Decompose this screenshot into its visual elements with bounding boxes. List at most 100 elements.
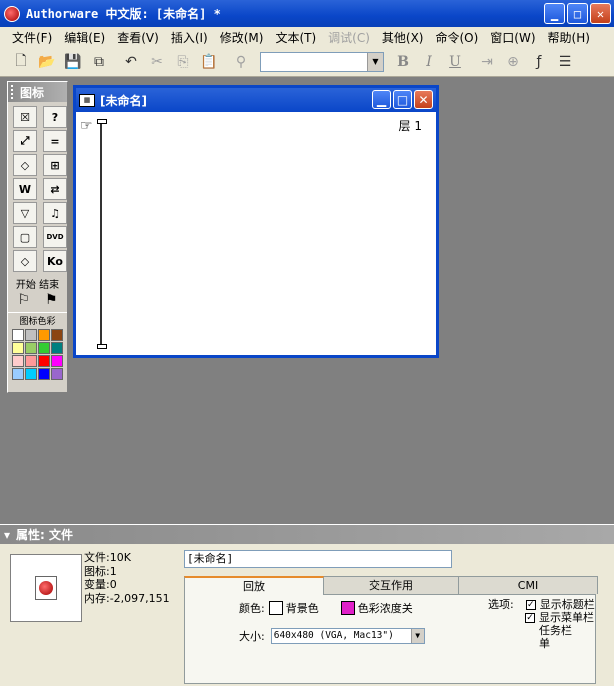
navigate-icon[interactable]: ⇄ <box>43 178 67 200</box>
color-swatch[interactable] <box>12 355 24 367</box>
menu-item[interactable]: 编辑(E) <box>58 29 111 46</box>
option-label: 显示标题栏 <box>539 598 595 611</box>
checkbox[interactable]: ✓ <box>525 612 535 623</box>
menu-item[interactable]: 帮助(H) <box>542 29 596 46</box>
branch-icon[interactable]: ◇ <box>13 250 37 272</box>
file-name-field[interactable]: [未命名] <box>184 550 452 568</box>
maximize-icon[interactable]: □ <box>393 90 412 109</box>
menu-item[interactable]: 窗口(W) <box>484 29 541 46</box>
playback-tab-content: 颜色: 背景色 色彩浓度关 大小: 640x480 (VGA, Mac13") … <box>184 594 596 684</box>
cut-icon[interactable]: ✂ <box>144 50 170 74</box>
color-swatch[interactable] <box>51 368 63 380</box>
knowledge-objects-icon[interactable]: ☰ <box>552 50 578 74</box>
flowline[interactable] <box>97 119 107 349</box>
menu-item[interactable]: 插入(I) <box>165 29 214 46</box>
undo-icon[interactable]: ↶ <box>118 50 144 74</box>
functions-icon[interactable]: ƒ <box>526 50 552 74</box>
properties-panel: ▾ 属性: 文件 文件:10K 图标:1 变量:0 内存:-2,097,151 [未命… <box>0 524 614 686</box>
option-row[interactable]: ✓ 显示菜单栏 <box>525 611 595 624</box>
minimize-icon[interactable]: ▁ <box>544 3 565 24</box>
collapse-icon[interactable]: ▾ <box>4 528 10 542</box>
calculation-icon[interactable]: = <box>43 130 67 152</box>
file-info-line: 图标:1 <box>84 564 117 578</box>
option-label: 显示菜单栏 <box>539 611 594 624</box>
flowline-canvas[interactable]: ☞ 层 1 <box>76 112 436 355</box>
close-icon[interactable]: ✕ <box>414 90 433 109</box>
font-style-combo[interactable]: ▼ <box>260 51 384 72</box>
italic-button[interactable]: I <box>416 50 442 74</box>
open-file-icon[interactable]: 📂 <box>34 50 60 74</box>
option-row[interactable]: ✓ 显示标题栏 <box>525 598 595 611</box>
app-title-bar[interactable]: Authorware 中文版: [未命名] * ▁ □ ✕ <box>0 0 614 27</box>
color-swatch[interactable] <box>25 329 37 341</box>
palette-header[interactable]: 图标 <box>8 82 67 102</box>
color-swatch[interactable] <box>25 368 37 380</box>
maximize-icon[interactable]: □ <box>567 3 588 24</box>
menu-item[interactable]: 修改(M) <box>214 29 270 46</box>
color-swatch[interactable] <box>12 329 24 341</box>
background-color-swatch[interactable] <box>268 601 283 615</box>
dvd-icon[interactable]: DVD <box>43 226 67 248</box>
tab-2[interactable]: CMI <box>458 576 598 594</box>
color-swatch[interactable] <box>12 342 24 354</box>
knowledge-object-icon[interactable]: Ko <box>43 250 67 272</box>
run-icon[interactable]: ⇥ <box>474 50 500 74</box>
start-flag-icon[interactable]: ⚐ <box>17 292 30 308</box>
color-swatch[interactable] <box>38 368 50 380</box>
file-info-line: 内存:-2,097,151 <box>84 591 170 605</box>
checkbox[interactable]: ✓ <box>525 599 536 610</box>
import-icon[interactable]: ⧉ <box>86 50 112 74</box>
menu-item[interactable]: 命令(O) <box>429 29 484 46</box>
flowline-title-bar[interactable]: ▦ [未命名] ▁ □ ✕ <box>76 88 436 112</box>
find-icon[interactable]: ⚲ <box>228 50 254 74</box>
minimize-icon[interactable]: ▁ <box>372 90 391 109</box>
erase-icon[interactable]: ◇ <box>13 154 37 176</box>
paste-icon[interactable]: 📋 <box>196 50 222 74</box>
display-icon[interactable]: ☒ <box>13 106 37 128</box>
chevron-down-icon[interactable]: ▼ <box>367 52 383 71</box>
size-select[interactable]: 640x480 (VGA, Mac13") ▼ <box>270 628 425 644</box>
color-swatch[interactable] <box>51 329 63 341</box>
control-panel-icon[interactable]: ⊕ <box>500 50 526 74</box>
tab-0[interactable]: 回放 <box>184 576 324 595</box>
copy-icon[interactable]: ⎘ <box>170 50 196 74</box>
color-swatch[interactable] <box>51 355 63 367</box>
option-row[interactable]: 任务栏 <box>525 624 595 637</box>
option-label: 单 <box>539 637 550 650</box>
framework-icon[interactable]: ⊞ <box>43 154 67 176</box>
option-row[interactable]: 单 <box>525 637 595 650</box>
menu-item[interactable]: 调试(C) <box>322 29 376 46</box>
save-all-icon[interactable]: 💾 <box>60 50 86 74</box>
wait-icon[interactable]: W <box>13 178 37 200</box>
size-label: 大小: <box>239 630 265 643</box>
chroma-key-swatch[interactable] <box>340 601 355 615</box>
close-icon[interactable]: ✕ <box>590 3 611 24</box>
icon-color-label: 图标色彩 <box>8 312 67 327</box>
color-swatch[interactable] <box>38 329 50 341</box>
color-swatch[interactable] <box>25 355 37 367</box>
grip-icon[interactable] <box>11 85 16 99</box>
menu-item[interactable]: 其他(X) <box>376 29 430 46</box>
color-swatch[interactable] <box>38 355 50 367</box>
underline-button[interactable]: U <box>442 50 468 74</box>
menu-item[interactable]: 文件(F) <box>6 29 58 46</box>
interaction-icon[interactable]: ? <box>43 106 67 128</box>
new-file-icon[interactable]: 🗋 <box>8 50 34 74</box>
authorware-logo-icon <box>4 5 20 22</box>
sound-icon[interactable]: ♫ <box>43 202 67 224</box>
menu-item[interactable]: 文本(T) <box>269 29 322 46</box>
properties-header[interactable]: ▾ 属性: 文件 <box>0 525 614 544</box>
end-flag-icon[interactable]: ⚑ <box>45 292 58 308</box>
start-end-label: 开始 结束 <box>15 280 60 291</box>
menu-item[interactable]: 查看(V) <box>111 29 165 46</box>
bold-button[interactable]: B <box>390 50 416 74</box>
chevron-down-icon[interactable]: ▼ <box>410 629 424 643</box>
color-swatch[interactable] <box>51 342 63 354</box>
color-swatch[interactable] <box>25 342 37 354</box>
decision-icon[interactable]: ▽ <box>13 202 37 224</box>
motion-icon[interactable]: ⤢ <box>13 130 37 152</box>
tab-1[interactable]: 交互作用 <box>321 576 461 594</box>
color-swatch[interactable] <box>12 368 24 380</box>
map-icon[interactable]: ▢ <box>13 226 37 248</box>
color-swatch[interactable] <box>38 342 50 354</box>
